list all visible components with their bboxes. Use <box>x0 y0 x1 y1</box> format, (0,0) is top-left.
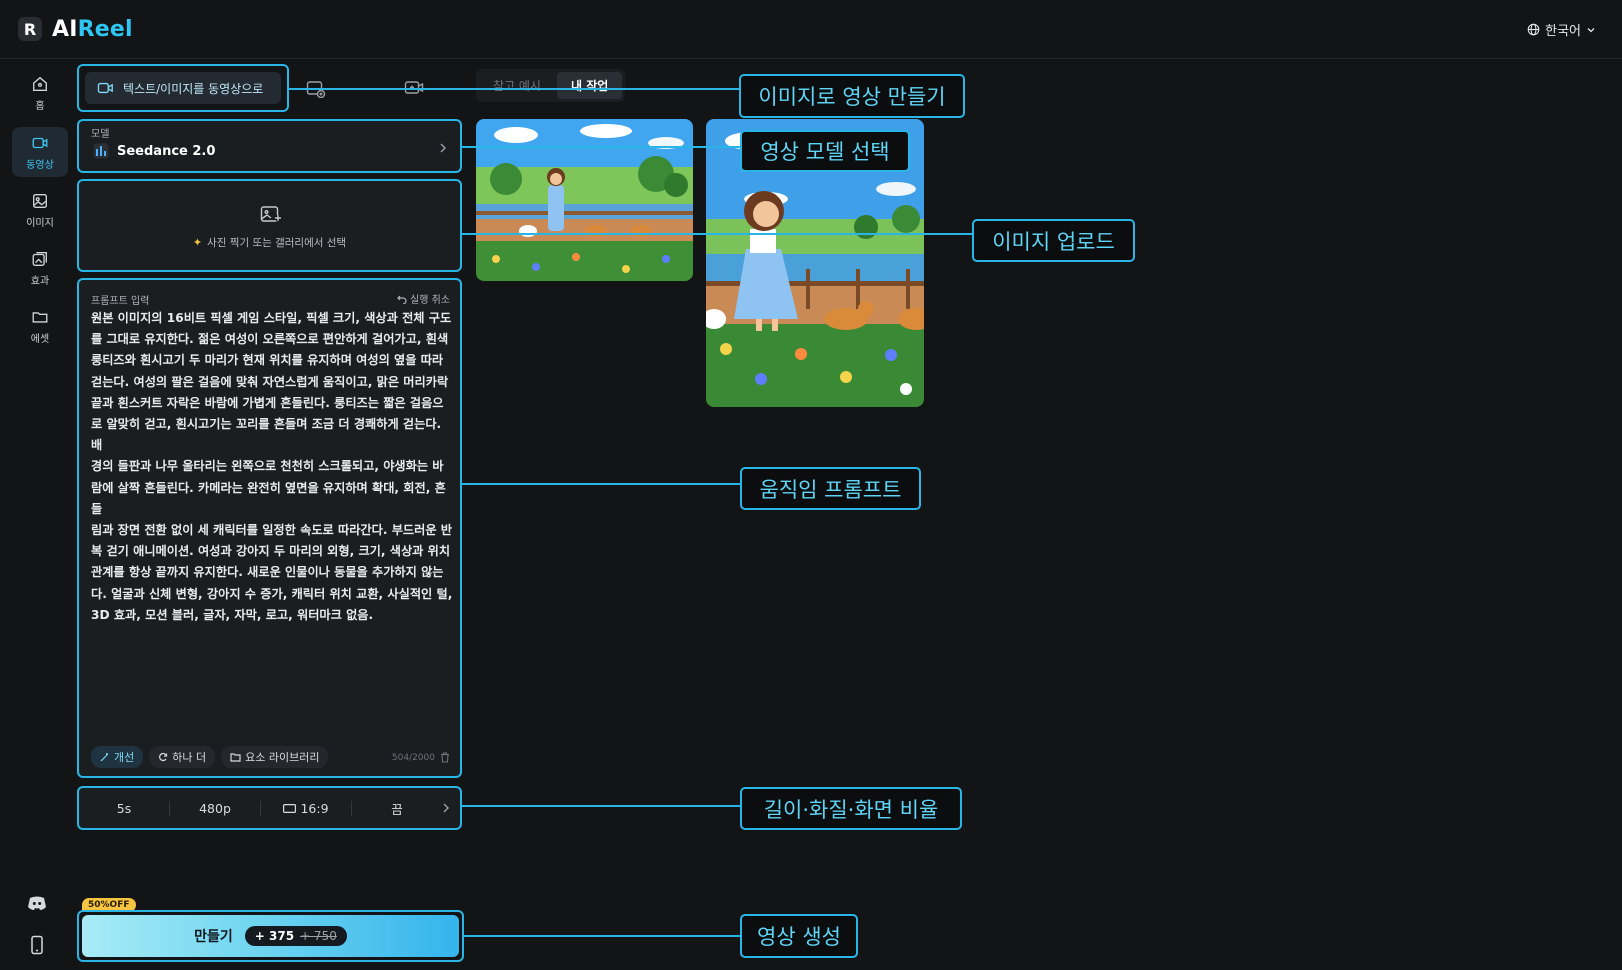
segment-examples[interactable]: 참고 예시 <box>479 72 555 99</box>
connector-line <box>462 233 972 235</box>
callout-image-upload: 이미지 업로드 <box>972 219 1135 262</box>
prompt-line: 림과 장면 전환 없이 세 캐릭터를 일정한 속도로 따라간다. 부드러운 반 <box>91 523 453 538</box>
prompt-line: 로 알맞히 걷고, 흰시고기는 꼬리를 흔들며 조금 더 경쾌하게 걷는다. 배 <box>91 417 442 453</box>
app-name-reel: Reel <box>77 17 133 42</box>
callout-generate-video: 영상 생성 <box>740 914 858 958</box>
prompt-line: 복 걷기 애니메이션. 여성과 강아지 두 마리의 외형, 크기, 색상과 위치 <box>91 544 451 559</box>
generate-button[interactable]: 만들기 + 375 + 750 <box>82 915 459 957</box>
prompt-line: 를 그대로 유지한다. 젊은 여성이 오른쪽으로 편안하게 걸어가고, 흰색 <box>91 332 449 347</box>
model-bars-icon <box>93 143 109 159</box>
prompt-line: 원본 이미지의 16비트 픽셀 게임 스타일, 픽셀 크기, 색상과 전체 구도 <box>91 311 452 325</box>
sidebar-item-label: 이미지 <box>26 217 54 229</box>
extra-setting-toggle[interactable]: 끔 <box>352 799 442 818</box>
prompt-line: 다. 얼굴과 신체 변형, 강아지 수 증가, 캐릭터 위치 교환, 사실적인 … <box>91 586 453 601</box>
sparkle-icon: ✦ <box>192 236 203 249</box>
prompt-line: 룽티즈와 흰시고기 두 마리가 현재 위치를 유지하며 여성의 옆을 따라 <box>91 353 444 368</box>
credit-original: + 750 <box>300 929 337 943</box>
prompt-input[interactable]: 원본 이미지의 16비트 픽셀 게임 스타일, 픽셀 크기, 색상과 전체 구도… <box>91 308 453 622</box>
connector-line <box>462 483 740 485</box>
app-name-ai: AI <box>52 17 78 42</box>
prompt-line: 람에 살짝 흔들린다. 카메라는 완전히 옆면을 유지하며 확대, 회전, 흔들 <box>91 480 446 516</box>
sidebar-item-assets[interactable]: 에셋 <box>12 301 68 351</box>
tab-label: 텍스트/이미지를 동영상으로 <box>123 81 264 96</box>
prompt-line: 끝과 흰스커트 자락은 바람에 가볍게 흔들린다. 룽티즈는 짧은 걸음으 <box>91 395 444 410</box>
sidebar-item-label: 홈 <box>35 100 45 112</box>
prompt-line: 걷는다. 여성의 팔은 걸음에 맞춰 자연스럽게 움직이고, 맑은 머리카락 <box>91 374 449 389</box>
sidebar-item-effects[interactable]: 효과 <box>12 243 68 293</box>
sidebar-item-video[interactable]: 동영상 <box>12 127 68 177</box>
top-bar <box>0 0 1622 59</box>
element-library-button[interactable]: 요소 라이브러리 <box>221 746 329 768</box>
duration-select[interactable]: 5s <box>79 800 170 816</box>
chevron-down-icon <box>1587 27 1595 32</box>
language-selector[interactable]: 한국어 <box>1527 20 1596 39</box>
mode-tab-highlight: 텍스트/이미지를 동영상으로 <box>77 64 289 112</box>
add-image-icon <box>260 206 281 222</box>
trash-icon[interactable] <box>440 752 450 763</box>
model-select[interactable]: 모델 Seedance 2.0 <box>77 119 462 173</box>
sidebar-item-label: 효과 <box>30 275 50 287</box>
one-more-button[interactable]: 하나 더 <box>149 746 216 768</box>
discord-icon[interactable] <box>26 892 48 914</box>
sidebar-item-label: 동영상 <box>26 159 54 171</box>
chip-label: 하나 더 <box>172 751 207 764</box>
app-logo[interactable]: R <box>18 17 42 41</box>
language-label: 한국어 <box>1545 24 1581 39</box>
home-icon <box>33 76 47 91</box>
connector-line <box>462 146 740 148</box>
aspect-ratio-label: 16:9 <box>300 800 329 816</box>
resolution-select[interactable]: 480p <box>170 800 261 816</box>
prompt-label: 프롬프트 입력 <box>91 296 150 307</box>
model-label: 모델 <box>91 129 110 140</box>
video-icon <box>32 137 48 148</box>
undo-icon <box>397 295 407 304</box>
callout-model-select: 영상 모델 선택 <box>740 130 910 172</box>
sidebar-item-home[interactable]: 홈 <box>12 68 68 118</box>
improve-button[interactable]: 개선 <box>91 746 144 768</box>
prompt-line: 관계를 항상 끝까지 유지한다. 새로운 인물이나 동물을 추가하지 않는 <box>91 565 444 580</box>
credit-cost: + 375 + 750 <box>244 926 347 946</box>
mobile-icon[interactable] <box>28 935 46 955</box>
generate-highlight: 만들기 + 375 + 750 <box>77 910 464 962</box>
gallery-segment: 참고 예시 내 작업 <box>476 69 626 102</box>
app-name[interactable]: AIReel <box>52 17 133 42</box>
callout-length-quality-ratio: 길이·화질·화면 비율 <box>740 787 962 830</box>
image-icon <box>33 193 47 208</box>
globe-icon <box>1527 23 1540 36</box>
model-name: Seedance 2.0 <box>117 143 216 159</box>
connector-line <box>462 805 740 807</box>
video-icon <box>97 82 113 94</box>
prompt-line: 경의 들판과 나무 울타리는 왼쪽으로 천천히 스크롤되고, 야생화는 바 <box>91 459 444 474</box>
callout-motion-prompt: 움직임 프롬프트 <box>740 467 921 510</box>
connector-line <box>464 935 740 937</box>
generate-label: 만들기 <box>194 929 233 945</box>
undo-label: 실행 취소 <box>410 295 450 306</box>
image-upload-area[interactable]: ✦ 사진 찍기 또는 갤러리에서 선택 <box>77 179 462 272</box>
chip-label: 요소 라이브러리 <box>245 751 320 764</box>
refresh-icon <box>159 752 168 762</box>
callout-image-to-video: 이미지로 영상 만들기 <box>739 74 965 118</box>
sidebar-item-image[interactable]: 이미지 <box>12 185 68 235</box>
sidebar-item-label: 에셋 <box>30 333 50 345</box>
folder-icon <box>32 311 48 323</box>
undo-button[interactable]: 실행 취소 <box>397 291 450 306</box>
preview-image-landscape[interactable] <box>476 119 693 281</box>
chevron-right-icon[interactable] <box>442 802 450 814</box>
character-counter: 504/2000 <box>391 752 435 763</box>
chevron-right-icon <box>440 143 446 153</box>
prompt-line: 3D 효과, 모션 블러, 글자, 자막, 로고, 워터마크 없음. <box>91 607 374 622</box>
aspect-ratio-select[interactable]: 16:9 <box>261 800 352 816</box>
connector-line <box>289 88 739 90</box>
credit-current: + 375 <box>254 929 295 943</box>
aspect-ratio-icon <box>283 803 297 813</box>
folder-icon <box>230 753 241 762</box>
upload-hint: 사진 찍기 또는 갤러리에서 선택 <box>207 237 347 249</box>
prompt-panel: 프롬프트 입력 실행 취소 원본 이미지의 16비트 픽셀 게임 스타일, 픽셀… <box>77 278 462 778</box>
magic-wand-icon <box>100 753 108 762</box>
segment-my-work[interactable]: 내 작업 <box>556 72 623 99</box>
tab-text-image-to-video[interactable]: 텍스트/이미지를 동영상으로 <box>85 72 281 104</box>
chip-label: 개선 <box>114 751 135 764</box>
settings-bar: 5s 480p 16:9 끔 <box>77 786 462 830</box>
effects-icon <box>32 251 47 266</box>
